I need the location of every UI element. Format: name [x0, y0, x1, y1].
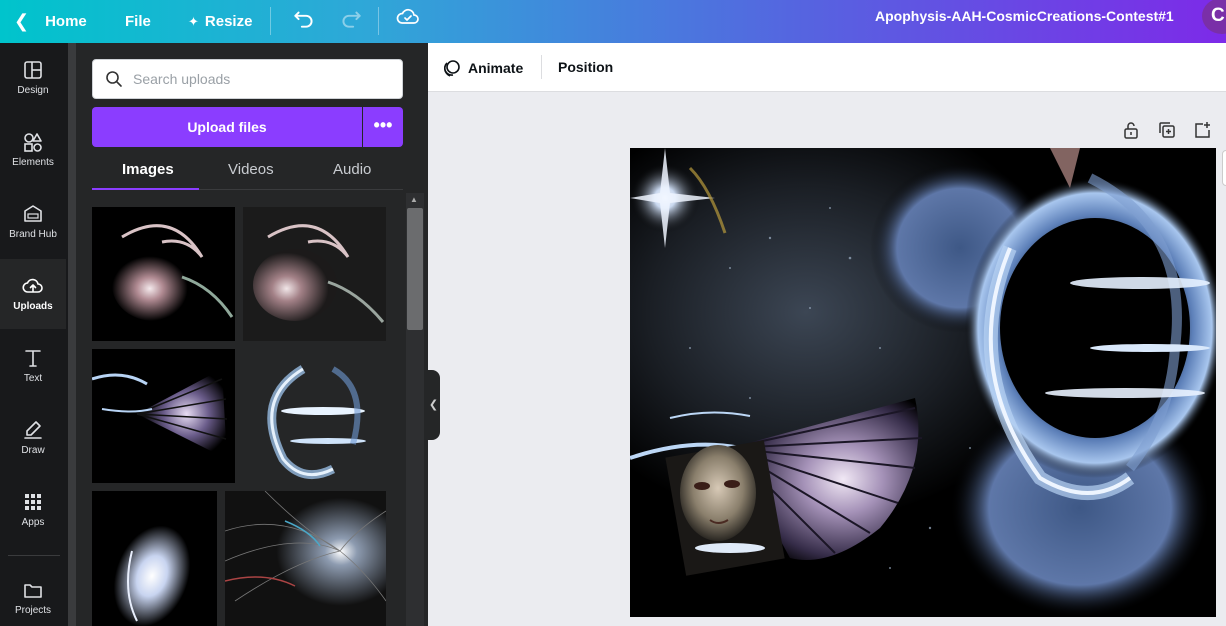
rail-item-design[interactable]: Design	[0, 43, 66, 113]
resize-handle[interactable]	[1222, 150, 1226, 186]
resize-button[interactable]: ✦ Resize	[188, 0, 252, 43]
text-icon	[25, 350, 41, 367]
rail-label: Brand Hub	[9, 229, 57, 240]
upload-thumbnail[interactable]	[243, 349, 386, 483]
fractal-image	[243, 207, 386, 341]
redo-icon[interactable]	[338, 5, 364, 31]
rail-label: Elements	[12, 157, 54, 168]
rail-label: Apps	[21, 517, 45, 528]
avatar[interactable]: C	[1202, 0, 1226, 34]
rail-label: Draw	[21, 445, 45, 456]
fractal-image	[92, 207, 235, 341]
animate-label: Animate	[468, 59, 524, 76]
search-input[interactable]	[133, 71, 383, 87]
toolbar-divider	[270, 7, 271, 35]
add-page-icon[interactable]	[1192, 120, 1212, 140]
cloud-upload-icon	[22, 278, 43, 293]
upload-thumbnail[interactable]	[243, 207, 386, 341]
folder-icon	[24, 584, 42, 598]
resize-label: Resize	[204, 13, 253, 30]
rail-item-draw[interactable]: Draw	[0, 403, 66, 473]
rail-item-projects[interactable]: Projects	[0, 563, 66, 626]
lock-icon[interactable]	[1121, 120, 1141, 140]
toolbar-divider	[378, 7, 379, 35]
rail-label: Uploads	[13, 301, 53, 312]
fractal-artwork	[630, 148, 1216, 617]
chevron-left-icon: ❮	[14, 11, 30, 31]
apps-grid-icon	[25, 494, 41, 510]
top-bar: ❮ Home File ✦ Resize Apophysis-AAH-Cosmi…	[0, 0, 1226, 43]
file-label: File	[125, 13, 151, 30]
animate-button[interactable]: Animate	[442, 43, 523, 92]
design-canvas[interactable]	[630, 148, 1216, 617]
upload-files-button[interactable]: Upload files	[92, 107, 362, 147]
layout-icon	[24, 61, 42, 79]
uploads-panel: Upload files ••• Images Videos Audio	[68, 43, 428, 626]
search-box[interactable]	[92, 59, 403, 99]
scrollbar-thumb[interactable]	[407, 208, 423, 330]
rail-item-uploads[interactable]: Uploads	[0, 259, 66, 329]
cloud-saved-icon[interactable]	[395, 4, 421, 30]
fractal-image	[92, 491, 217, 626]
scroll-up-arrow-icon[interactable]: ▲	[410, 195, 418, 204]
duplicate-page-icon[interactable]	[1157, 120, 1177, 140]
position-button[interactable]: Position	[558, 43, 613, 92]
draw-icon	[24, 421, 42, 439]
toolbar-divider	[541, 55, 542, 79]
rail-label: Projects	[14, 605, 52, 616]
more-options-button[interactable]: •••	[363, 107, 403, 147]
rail-divider	[8, 555, 60, 556]
media-tabs: Images Videos Audio	[92, 155, 403, 191]
rail-label: Design	[17, 85, 49, 96]
tab-audio[interactable]: Audio	[333, 161, 371, 178]
tab-images[interactable]: Images	[122, 161, 174, 178]
rail-label: Text	[23, 373, 43, 384]
context-toolbar: Animate Position	[428, 43, 1226, 92]
home-label: Home	[45, 13, 87, 30]
file-menu-button[interactable]: File	[125, 0, 151, 43]
upload-thumbnail[interactable]	[225, 491, 386, 626]
document-title[interactable]: Apophysis-AAH-CosmicCreations-Contest#1	[875, 0, 1174, 32]
undo-icon[interactable]	[291, 5, 317, 31]
animate-icon	[443, 59, 460, 77]
collapse-panel-button[interactable]: ❮	[427, 370, 440, 440]
active-tab-indicator	[92, 188, 199, 190]
upload-thumbnail[interactable]	[92, 491, 217, 626]
rail-item-brand-hub[interactable]: Brand Hub	[0, 187, 66, 257]
upload-thumbnail[interactable]	[92, 207, 235, 341]
rail-item-text[interactable]: Text	[0, 331, 66, 401]
rail-item-elements[interactable]: Elements	[0, 115, 66, 185]
brand-icon	[24, 205, 42, 222]
tab-videos[interactable]: Videos	[228, 161, 274, 178]
sparkle-icon: ✦	[188, 13, 199, 29]
home-button[interactable]: ❮ Home	[14, 0, 87, 43]
fractal-image	[92, 349, 235, 483]
fractal-image	[267, 365, 366, 480]
side-rail: Design Elements Brand Hub Uploads Text D…	[0, 43, 68, 626]
fractal-image	[225, 491, 386, 626]
shapes-icon	[24, 133, 42, 152]
search-icon	[106, 71, 122, 87]
upload-thumbnail[interactable]	[92, 349, 235, 483]
rail-item-apps[interactable]: Apps	[0, 475, 66, 545]
